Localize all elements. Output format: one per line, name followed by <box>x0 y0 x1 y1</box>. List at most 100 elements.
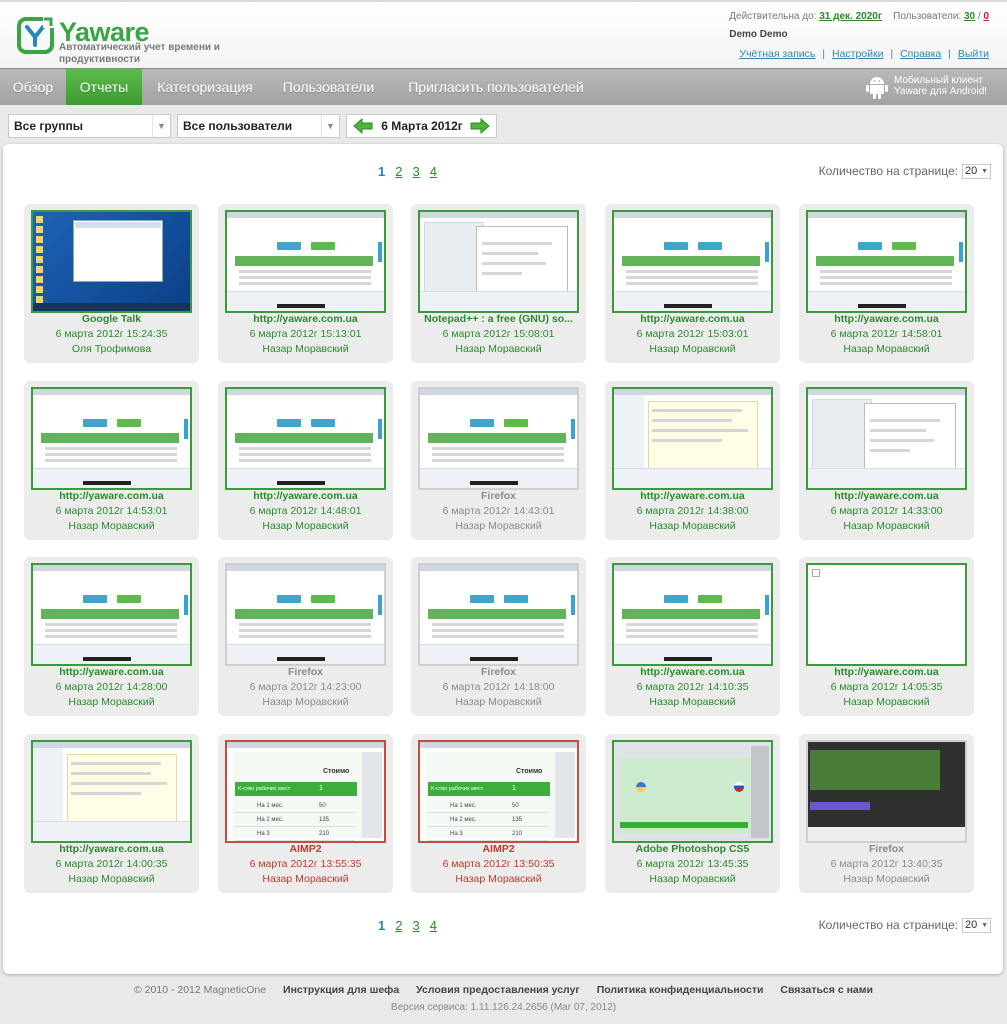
screenshot-card[interactable]: http://yaware.com.ua 6 марта 2012г 14:53:… <box>24 381 199 540</box>
chevron-down-icon: ▼ <box>321 115 339 137</box>
header: Yaware Автоматический учет времени и про… <box>0 0 1007 68</box>
screenshot-thumbnail[interactable] <box>225 563 386 666</box>
screenshot-user: Назар Моравский <box>262 696 349 708</box>
screenshot-card[interactable]: Firefox 6 марта 2012г 14:18:00 Назар Морав… <box>411 557 586 716</box>
screenshot-card[interactable]: http://yaware.com.ua 6 марта 2012г 14:48:… <box>218 381 393 540</box>
chevron-down-icon: ▼ <box>152 115 170 137</box>
footer-link-boss-guide[interactable]: Инструкция для шефа <box>283 984 399 996</box>
screenshot-user: Назар Моравский <box>262 343 349 355</box>
per-page-select[interactable]: 20 ▼ <box>962 918 991 934</box>
screenshot-thumbnail[interactable] <box>31 387 192 490</box>
link-separator: | <box>822 49 825 60</box>
page-link[interactable]: 3 <box>412 164 419 179</box>
screenshot-card[interactable]: Firefox 6 марта 2012г 14:43:01 Назар Морав… <box>411 381 586 540</box>
account-link[interactable]: Учётная запись <box>739 48 815 60</box>
thumb-table-value: 135 <box>512 817 523 823</box>
page-link[interactable]: 2 <box>395 918 402 933</box>
screenshot-card[interactable]: http://yaware.com.ua 6 марта 2012г 15:13:… <box>218 204 393 363</box>
page-link[interactable]: 3 <box>412 918 419 933</box>
screenshot-title: Firefox <box>287 666 323 678</box>
screenshot-card[interactable]: http://yaware.com.ua 6 марта 2012г 14:10:… <box>605 557 780 716</box>
screenshot-time: 6 марта 2012г 13:50:35 <box>442 858 555 870</box>
screenshot-thumbnail[interactable] <box>612 387 773 490</box>
logout-link[interactable]: Выйти <box>958 48 989 60</box>
screenshot-card[interactable]: Firefox 6 марта 2012г 14:23:00 Назар Морав… <box>218 557 393 716</box>
settings-link[interactable]: Настройки <box>832 48 884 60</box>
thumb-table-header: Стоимо <box>516 768 543 775</box>
screenshot-user: Оля Трофимова <box>71 343 152 355</box>
valid-until-date[interactable]: 31 дек. 2020г <box>819 11 882 22</box>
page-current: 1 <box>378 164 386 179</box>
screenshot-user: Назар Моравский <box>649 343 736 355</box>
service-version: Версия сервиса: 1.11.126.24.2656 (Mar 07… <box>390 1002 617 1013</box>
screenshot-thumbnail[interactable] <box>806 210 967 313</box>
users-count[interactable]: 30 <box>964 11 975 22</box>
screenshot-time: 6 марта 2012г 14:48:01 <box>249 505 362 517</box>
help-link[interactable]: Справка <box>900 48 941 60</box>
tab-users[interactable]: Пользователи <box>268 69 389 105</box>
screenshot-title: AIMP2 <box>289 843 322 855</box>
user-select[interactable]: Все пользователи ▼ <box>177 114 340 138</box>
screenshot-card[interactable]: http://yaware.com.ua 6 марта 2012г 14:05:… <box>799 557 974 716</box>
screenshot-card[interactable]: http://yaware.com.ua 6 марта 2012г 14:33:… <box>799 381 974 540</box>
per-page-top: Количество на странице: 20 ▼ <box>819 164 991 180</box>
screenshot-card[interactable]: Google Talk 6 марта 2012г 15:24:35 Оля Тро… <box>24 204 199 363</box>
screenshot-thumbnail[interactable] <box>31 563 192 666</box>
screenshot-card[interactable]: http://yaware.com.ua 6 марта 2012г 14:58:… <box>799 204 974 363</box>
screenshot-title: http://yaware.com.ua <box>834 490 939 502</box>
screenshot-thumbnail[interactable] <box>806 387 967 490</box>
tab-categorization[interactable]: Категоризация <box>142 69 268 105</box>
screenshot-thumbnail[interactable] <box>225 387 386 490</box>
page-link[interactable]: 2 <box>395 164 402 179</box>
footer-link-privacy[interactable]: Политика конфиденциальности <box>597 984 764 996</box>
screenshot-thumbnail[interactable] <box>612 740 773 843</box>
thumb-table-label: На 2 мес. <box>257 817 284 823</box>
footer-link-terms[interactable]: Условия предоставления услуг <box>416 984 580 996</box>
per-page-select[interactable]: 20 ▼ <box>962 164 991 180</box>
thumb-table-row-value: 1 <box>512 785 516 792</box>
tab-invite-users[interactable]: Пригласить пользователей <box>389 69 603 105</box>
logo[interactable]: Yaware Автоматический учет времени и про… <box>17 15 227 67</box>
screenshot-thumbnail[interactable] <box>806 740 967 843</box>
screenshot-thumbnail[interactable] <box>225 210 386 313</box>
screenshot-title: AIMP2 <box>482 843 515 855</box>
page-link[interactable]: 4 <box>430 164 437 179</box>
next-date-arrow-icon[interactable] <box>470 118 490 134</box>
tab-reports[interactable]: Отчеты <box>66 69 142 105</box>
screenshot-thumbnail[interactable] <box>31 210 192 313</box>
screenshot-user: Назар Моравский <box>68 696 155 708</box>
screenshot-card[interactable]: Notepad++ : a free (GNU) so... 6 марта 20… <box>411 204 586 363</box>
screenshot-card[interactable]: Firefox 6 марта 2012г 13:40:35 Назар Морав… <box>799 734 974 893</box>
screenshot-thumbnail[interactable] <box>612 563 773 666</box>
prev-date-arrow-icon[interactable] <box>353 118 373 134</box>
screenshot-time: 6 марта 2012г 14:58:01 <box>830 328 943 340</box>
screenshot-card[interactable]: http://yaware.com.ua 6 марта 2012г 14:28:… <box>24 557 199 716</box>
screenshot-thumbnail[interactable] <box>418 210 579 313</box>
screenshot-card[interactable]: Adobe Photoshop CS5 6 марта 2012г 13:45:3… <box>605 734 780 893</box>
screenshot-thumbnail[interactable] <box>806 563 967 666</box>
screenshot-card[interactable]: Стоимо К-ство рабочих мест 1 На 1 мес. 50 На … <box>218 734 393 893</box>
screenshot-card[interactable]: Стоимо К-ство рабочих мест 1 На 1 мес. 50 На … <box>411 734 586 893</box>
screenshot-card[interactable]: http://yaware.com.ua 6 марта 2012г 14:00:… <box>24 734 199 893</box>
thumb-table-label: На 3 <box>257 831 270 837</box>
screenshot-thumbnail[interactable]: Стоимо К-ство рабочих мест 1 На 1 мес. 50 На … <box>225 740 386 843</box>
footer: © 2010 - 2012 MagneticOne Инструкция для… <box>0 984 1007 1024</box>
screenshot-thumbnail[interactable] <box>418 563 579 666</box>
group-select[interactable]: Все группы ▼ <box>8 114 171 138</box>
screenshot-user: Назар Моравский <box>843 520 930 532</box>
screenshot-card[interactable]: http://yaware.com.ua 6 марта 2012г 15:03:… <box>605 204 780 363</box>
tab-overview[interactable]: Обзор <box>0 69 66 105</box>
screenshot-thumbnail[interactable] <box>31 740 192 843</box>
screenshot-card[interactable]: http://yaware.com.ua 6 марта 2012г 14:38:… <box>605 381 780 540</box>
android-client-link[interactable]: Мобильный клиент Yaware для Android! <box>866 73 994 103</box>
users-extra[interactable]: 0 <box>983 11 989 22</box>
screenshot-thumbnail[interactable] <box>612 210 773 313</box>
footer-link-contact[interactable]: Связаться с нами <box>780 984 873 996</box>
screenshot-time: 6 марта 2012г 14:43:01 <box>442 505 555 517</box>
screenshot-title: http://yaware.com.ua <box>253 490 358 502</box>
current-user: Demo Demo <box>729 29 788 40</box>
screenshot-thumbnail[interactable]: Стоимо К-ство рабочих мест 1 На 1 мес. 50 На … <box>418 740 579 843</box>
current-date[interactable]: 6 Марта 2012г <box>373 115 471 137</box>
screenshot-thumbnail[interactable] <box>418 387 579 490</box>
page-link[interactable]: 4 <box>430 918 437 933</box>
